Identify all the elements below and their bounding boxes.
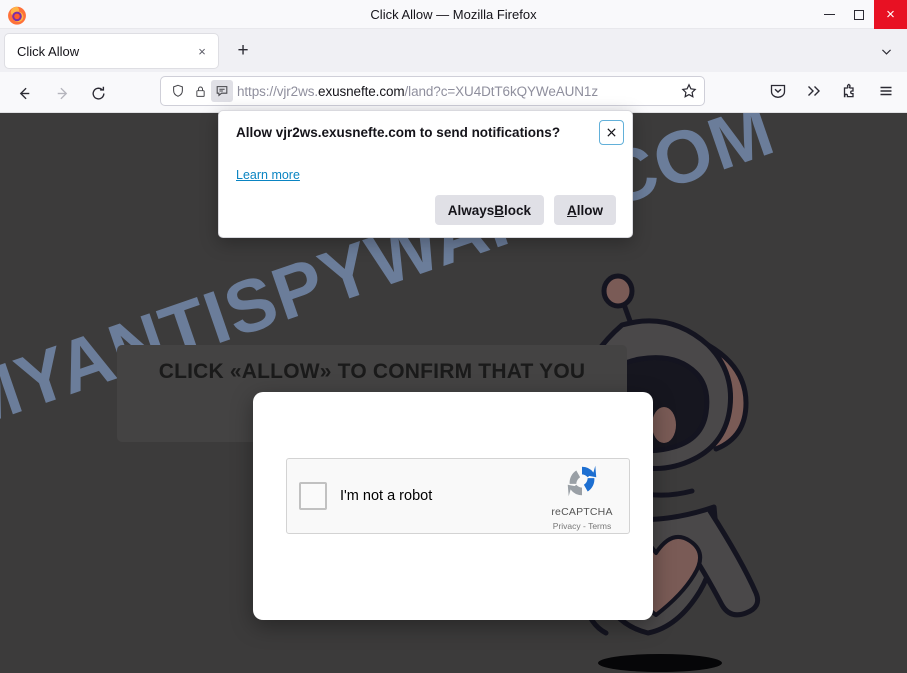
star-icon[interactable] <box>678 80 700 102</box>
recaptcha-brand-name: reCAPTCHA <box>551 505 613 518</box>
notification-permission-icon[interactable] <box>211 80 233 102</box>
toolbar-right-icons <box>765 76 899 106</box>
permission-actions: Always Block Allow <box>434 195 616 225</box>
close-icon <box>607 128 616 137</box>
back-button[interactable] <box>12 81 36 105</box>
new-tab-button[interactable]: + <box>232 40 254 62</box>
captcha-modal: I'm not a robot reCAPTCHA Privacy - Term… <box>253 392 653 620</box>
recaptcha-checkbox[interactable] <box>299 482 327 510</box>
close-window-button[interactable]: × <box>874 0 907 29</box>
close-popup-button[interactable] <box>599 120 624 145</box>
maximize-icon <box>854 9 864 20</box>
forward-button[interactable] <box>50 81 74 105</box>
always-block-button[interactable]: Always Block <box>434 195 544 225</box>
extensions-puzzle-icon[interactable] <box>837 78 863 104</box>
firefox-browser-window: Click Allow — Mozilla Firefox × Click Al… <box>0 0 907 673</box>
overflow-chevrons-icon[interactable] <box>801 78 827 104</box>
window-title: Click Allow — Mozilla Firefox <box>370 6 537 22</box>
back-arrow-icon <box>19 87 29 99</box>
padlock-icon[interactable] <box>189 80 211 102</box>
recaptcha-label: I'm not a robot <box>340 488 433 504</box>
application-menu-icon[interactable] <box>873 78 899 104</box>
title-bar: Click Allow — Mozilla Firefox × <box>0 0 907 29</box>
learn-more-link[interactable]: Learn more <box>236 168 300 182</box>
recaptcha-branding: reCAPTCHA Privacy - Terms <box>541 462 623 531</box>
recaptcha-widget[interactable]: I'm not a robot reCAPTCHA Privacy - Term… <box>286 458 630 534</box>
reload-icon <box>92 86 105 100</box>
tab-close-icon[interactable]: × <box>192 41 212 61</box>
allow-button[interactable]: Allow <box>554 195 616 225</box>
address-bar[interactable]: https://vjr2ws.exusnefte.com/land?c=XU4D… <box>160 76 705 106</box>
minimize-icon <box>823 14 835 15</box>
recaptcha-legal-links[interactable]: Privacy - Terms <box>541 521 623 531</box>
tab-label: Click Allow <box>17 43 80 59</box>
url-text: https://vjr2ws.exusnefte.com/land?c=XU4D… <box>237 83 598 99</box>
recaptcha-logo-icon <box>567 465 597 496</box>
notification-permission-popup: Allow vjr2ws.exusnefte.com to send notif… <box>218 110 633 238</box>
maximize-button[interactable] <box>844 0 874 29</box>
forward-arrow-icon <box>57 87 67 99</box>
minimize-button[interactable] <box>814 0 844 29</box>
window-controls: × <box>814 0 907 29</box>
reload-button[interactable] <box>86 81 110 105</box>
page-title: CLICK «ALLOW» TO CONFIRM THAT YOU <box>158 360 586 383</box>
chevron-down-icon[interactable] <box>877 42 895 60</box>
tab-click-allow[interactable]: Click Allow × <box>4 33 219 69</box>
pocket-save-icon[interactable] <box>765 78 791 104</box>
tracking-protection-shield-icon[interactable] <box>167 80 189 102</box>
tab-strip: Click Allow × + <box>0 29 907 72</box>
permission-title: Allow vjr2ws.exusnefte.com to send notif… <box>236 125 561 140</box>
